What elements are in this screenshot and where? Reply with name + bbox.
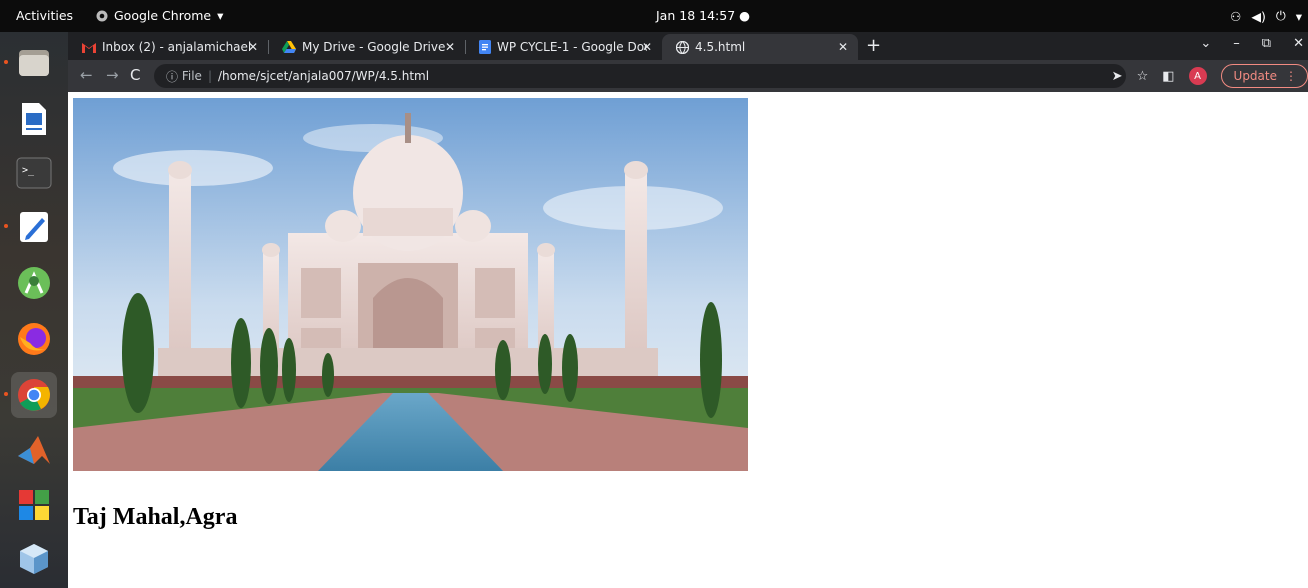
clock-label: Jan 18 14:57	[656, 8, 736, 23]
update-label: Update	[1233, 69, 1277, 83]
window-close-icon[interactable]: ✕	[1293, 36, 1304, 51]
taj-mahal-image	[73, 98, 748, 471]
app-grid-icon	[19, 490, 49, 520]
files-icon	[19, 50, 49, 76]
svg-text:>_: >_	[22, 165, 35, 176]
globe-icon	[676, 40, 689, 54]
docs-icon	[479, 40, 491, 54]
window-controls: ⌄ – ⧉ ✕	[1200, 36, 1304, 51]
tab-active-html[interactable]: 4.5.html ✕	[662, 34, 858, 60]
share-icon[interactable]: ➤	[1112, 69, 1123, 84]
reload-button[interactable]: C	[130, 66, 140, 84]
tab-title: My Drive - Google Drive	[302, 40, 446, 54]
network-icon: ⚇	[1230, 8, 1242, 24]
image-caption: Taj Mahal,Agra	[73, 504, 238, 530]
dock-writer[interactable]	[11, 96, 57, 142]
clock[interactable]: Jan 18 14:57 ●	[656, 0, 750, 32]
tray-caret-icon: ▾	[1295, 8, 1302, 24]
minimize-icon[interactable]: –	[1233, 36, 1240, 51]
tab-close-icon[interactable]: ✕	[642, 40, 652, 54]
dock-terminal[interactable]: >_	[11, 150, 57, 196]
system-tray[interactable]: ⚇ ◀) ⏻ ▾	[1230, 0, 1302, 32]
browser-toolbar: ← → C ⓘ File | /home/sjcet/anjala007/WP/…	[68, 60, 1308, 92]
app-menu[interactable]: Google Chrome ▾	[96, 0, 223, 32]
tab-search-icon[interactable]: ⌄	[1200, 36, 1211, 51]
power-icon: ⏻	[1275, 8, 1286, 23]
dock: >_	[0, 32, 68, 588]
chrome-icon	[18, 379, 50, 411]
tab-google-drive[interactable]: My Drive - Google Drive ✕	[268, 34, 465, 60]
tab-title: Inbox (2) - anjalamichael2	[102, 40, 252, 54]
text-editor-icon	[20, 212, 48, 242]
forward-button[interactable]: →	[106, 66, 119, 84]
url-text: /home/sjcet/anjala007/WP/4.5.html	[217, 69, 430, 83]
tab-strip: Inbox (2) - anjalamichael2 ✕ My Drive - …	[68, 32, 1308, 60]
tab-title: WP CYCLE-1 - Google Doc	[497, 40, 647, 54]
back-button[interactable]: ←	[80, 66, 93, 84]
activities-button[interactable]: Activities	[16, 0, 73, 32]
info-icon[interactable]: ⓘ	[166, 68, 178, 85]
tab-close-icon[interactable]: ✕	[248, 40, 258, 54]
new-tab-button[interactable]: +	[866, 36, 881, 56]
virtualbox-icon	[20, 544, 48, 574]
dock-text-editor[interactable]	[11, 204, 57, 250]
writer-icon	[22, 103, 46, 135]
dock-matlab[interactable]	[11, 428, 57, 474]
tab-google-docs[interactable]: WP CYCLE-1 - Google Doc ✕	[465, 34, 662, 60]
dock-firefox[interactable]	[11, 316, 57, 362]
address-bar[interactable]: ⓘ File | /home/sjcet/anjala007/WP/4.5.ht…	[154, 64, 1126, 88]
tab-close-icon[interactable]: ✕	[838, 40, 848, 54]
url-divider: |	[207, 69, 212, 83]
dock-virtualbox[interactable]	[11, 536, 57, 582]
tab-close-icon[interactable]: ✕	[445, 40, 455, 54]
chrome-small-icon	[96, 10, 108, 22]
drive-icon	[282, 41, 296, 53]
gmail-icon	[82, 42, 96, 53]
matlab-icon	[18, 436, 50, 464]
running-indicator	[4, 224, 8, 228]
volume-icon: ◀)	[1251, 8, 1266, 24]
tab-title: 4.5.html	[695, 40, 746, 54]
dock-chrome[interactable]	[11, 372, 57, 418]
url-scheme: File	[181, 69, 202, 83]
running-indicator	[4, 60, 8, 64]
firefox-icon	[18, 323, 50, 355]
running-indicator	[4, 392, 8, 396]
notification-dot-icon: ●	[739, 8, 751, 23]
app-menu-label: Google Chrome	[114, 8, 212, 23]
terminal-icon: >_	[16, 157, 52, 189]
system-top-bar: Activities Google Chrome ▾ Jan 18 14:57 …	[0, 0, 1308, 32]
dock-app-grid[interactable]	[11, 482, 57, 528]
dock-android-studio[interactable]	[11, 260, 57, 306]
bookmark-star-icon[interactable]: ☆	[1137, 69, 1149, 84]
tab-gmail[interactable]: Inbox (2) - anjalamichael2 ✕	[68, 34, 268, 60]
caret-down-icon: ▾	[217, 8, 224, 23]
side-panel-icon[interactable]: ◧	[1162, 69, 1174, 84]
update-button[interactable]: Update ⋮	[1220, 64, 1308, 88]
restore-icon[interactable]: ⧉	[1262, 36, 1271, 51]
page-content: Taj Mahal,Agra	[68, 92, 1308, 588]
toolbar-actions: ➤ ☆ ◧ A Update ⋮	[1112, 64, 1308, 88]
dock-files[interactable]	[11, 40, 57, 86]
kebab-menu-icon: ⋮	[1285, 69, 1297, 83]
android-studio-icon	[18, 267, 50, 299]
profile-avatar[interactable]: A	[1188, 67, 1207, 85]
